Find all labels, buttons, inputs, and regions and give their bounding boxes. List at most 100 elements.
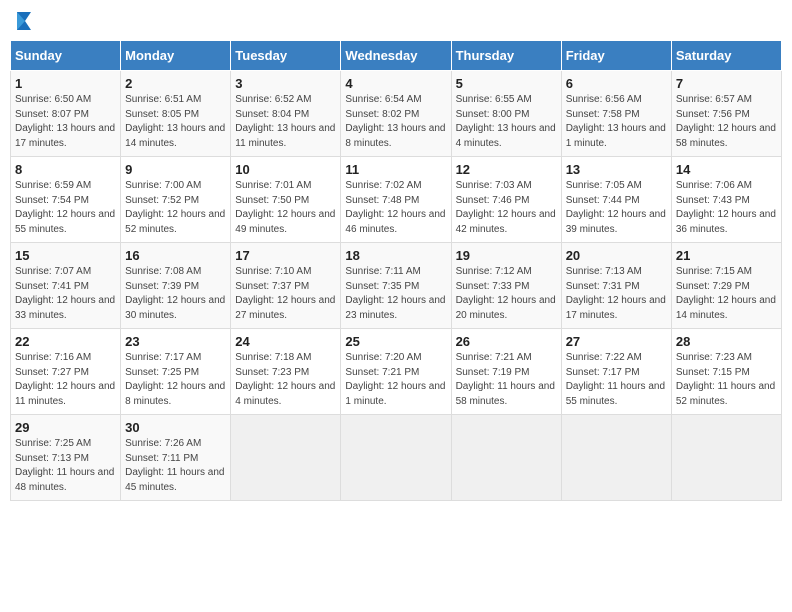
- calendar-cell: 23Sunrise: 7:17 AMSunset: 7:25 PMDayligh…: [121, 329, 231, 415]
- cell-info: Sunrise: 6:54 AMSunset: 8:02 PMDaylight:…: [345, 93, 446, 151]
- calendar-cell: 7 Sunrise: 6:57 AMSunset: 7:56 PMDaylight…: [671, 71, 781, 157]
- cell-info: Sunrise: 7:20 AMSunset: 7:21 PMDaylight:…: [345, 351, 446, 409]
- day-header-saturday: Saturday: [671, 41, 781, 71]
- cell-day-number: 5: [456, 76, 557, 91]
- cell-info: Sunrise: 7:10 AMSunset: 7:37 PMDaylight:…: [235, 265, 336, 323]
- calendar-cell: 30 Sunrise: 7:26 AMSunset: 7:11 PMDayligh…: [121, 415, 231, 501]
- cell-info: Sunrise: 7:07 AMSunset: 7:41 PMDaylight:…: [15, 265, 116, 323]
- calendar-cell: [561, 415, 671, 501]
- calendar-week-row: 29 Sunrise: 7:25 AMSunset: 7:13 PMDayligh…: [11, 415, 782, 501]
- calendar-week-row: 8Sunrise: 6:59 AMSunset: 7:54 PMDaylight…: [11, 157, 782, 243]
- cell-day-number: 3: [235, 76, 336, 91]
- calendar-week-row: 15 Sunrise: 7:07 AMSunset: 7:41 PMDayligh…: [11, 243, 782, 329]
- calendar-cell: 24Sunrise: 7:18 AMSunset: 7:23 PMDayligh…: [231, 329, 341, 415]
- calendar-cell: 17 Sunrise: 7:10 AMSunset: 7:37 PMDayligh…: [231, 243, 341, 329]
- cell-day-number: 20: [566, 248, 667, 263]
- cell-day-number: 7: [676, 76, 777, 91]
- cell-day-number: 30: [125, 420, 226, 435]
- cell-info: Sunrise: 6:51 AMSunset: 8:05 PMDaylight:…: [125, 93, 226, 151]
- calendar-cell: 3 Sunrise: 6:52 AMSunset: 8:04 PMDaylight…: [231, 71, 341, 157]
- cell-day-number: 21: [676, 248, 777, 263]
- cell-info: Sunrise: 6:55 AMSunset: 8:00 PMDaylight:…: [456, 93, 557, 151]
- day-header-monday: Monday: [121, 41, 231, 71]
- calendar-cell: 16 Sunrise: 7:08 AMSunset: 7:39 PMDayligh…: [121, 243, 231, 329]
- day-header-sunday: Sunday: [11, 41, 121, 71]
- cell-day-number: 28: [676, 334, 777, 349]
- logo: [14, 10, 34, 32]
- cell-day-number: 15: [15, 248, 116, 263]
- cell-day-number: 16: [125, 248, 226, 263]
- calendar-cell: 6 Sunrise: 6:56 AMSunset: 7:58 PMDaylight…: [561, 71, 671, 157]
- cell-day-number: 11: [345, 162, 446, 177]
- cell-day-number: 13: [566, 162, 667, 177]
- cell-info: Sunrise: 7:21 AMSunset: 7:19 PMDaylight:…: [456, 351, 557, 409]
- cell-day-number: 17: [235, 248, 336, 263]
- calendar-cell: 19 Sunrise: 7:12 AMSunset: 7:33 PMDayligh…: [451, 243, 561, 329]
- cell-info: Sunrise: 7:17 AMSunset: 7:25 PMDaylight:…: [125, 351, 226, 409]
- cell-day-number: 29: [15, 420, 116, 435]
- calendar-cell: 11 Sunrise: 7:02 AMSunset: 7:48 PMDayligh…: [341, 157, 451, 243]
- calendar-cell: 9Sunrise: 7:00 AMSunset: 7:52 PMDaylight…: [121, 157, 231, 243]
- cell-info: Sunrise: 7:25 AMSunset: 7:13 PMDaylight:…: [15, 437, 116, 495]
- calendar-week-row: 22 Sunrise: 7:16 AMSunset: 7:27 PMDayligh…: [11, 329, 782, 415]
- cell-info: Sunrise: 7:12 AMSunset: 7:33 PMDaylight:…: [456, 265, 557, 323]
- calendar-cell: [671, 415, 781, 501]
- calendar-cell: 12 Sunrise: 7:03 AMSunset: 7:46 PMDayligh…: [451, 157, 561, 243]
- calendar-cell: 14 Sunrise: 7:06 AMSunset: 7:43 PMDayligh…: [671, 157, 781, 243]
- cell-info: Sunrise: 7:00 AMSunset: 7:52 PMDaylight:…: [125, 179, 226, 237]
- cell-info: Sunrise: 7:18 AMSunset: 7:23 PMDaylight:…: [235, 351, 336, 409]
- cell-info: Sunrise: 7:16 AMSunset: 7:27 PMDaylight:…: [15, 351, 116, 409]
- cell-info: Sunrise: 7:23 AMSunset: 7:15 PMDaylight:…: [676, 351, 777, 409]
- cell-day-number: 10: [235, 162, 336, 177]
- calendar-cell: 21 Sunrise: 7:15 AMSunset: 7:29 PMDayligh…: [671, 243, 781, 329]
- cell-info: Sunrise: 7:02 AMSunset: 7:48 PMDaylight:…: [345, 179, 446, 237]
- cell-info: Sunrise: 7:08 AMSunset: 7:39 PMDaylight:…: [125, 265, 226, 323]
- cell-info: Sunrise: 6:59 AMSunset: 7:54 PMDaylight:…: [15, 179, 116, 237]
- cell-info: Sunrise: 6:50 AMSunset: 8:07 PMDaylight:…: [15, 93, 116, 151]
- cell-day-number: 12: [456, 162, 557, 177]
- cell-info: Sunrise: 7:22 AMSunset: 7:17 PMDaylight:…: [566, 351, 667, 409]
- cell-day-number: 4: [345, 76, 446, 91]
- calendar-cell: 1 Sunrise: 6:50 AMSunset: 8:07 PMDaylight…: [11, 71, 121, 157]
- cell-info: Sunrise: 6:52 AMSunset: 8:04 PMDaylight:…: [235, 93, 336, 151]
- calendar-cell: 8Sunrise: 6:59 AMSunset: 7:54 PMDaylight…: [11, 157, 121, 243]
- logo-flag-icon: [15, 10, 33, 32]
- cell-day-number: 6: [566, 76, 667, 91]
- cell-info: Sunrise: 7:26 AMSunset: 7:11 PMDaylight:…: [125, 437, 226, 495]
- cell-day-number: 26: [456, 334, 557, 349]
- cell-info: Sunrise: 7:15 AMSunset: 7:29 PMDaylight:…: [676, 265, 777, 323]
- calendar-cell: 10 Sunrise: 7:01 AMSunset: 7:50 PMDayligh…: [231, 157, 341, 243]
- cell-day-number: 14: [676, 162, 777, 177]
- calendar-cell: 4 Sunrise: 6:54 AMSunset: 8:02 PMDaylight…: [341, 71, 451, 157]
- cell-info: Sunrise: 7:05 AMSunset: 7:44 PMDaylight:…: [566, 179, 667, 237]
- calendar-cell: 29 Sunrise: 7:25 AMSunset: 7:13 PMDayligh…: [11, 415, 121, 501]
- calendar-cell: 2 Sunrise: 6:51 AMSunset: 8:05 PMDaylight…: [121, 71, 231, 157]
- cell-day-number: 27: [566, 334, 667, 349]
- cell-info: Sunrise: 6:57 AMSunset: 7:56 PMDaylight:…: [676, 93, 777, 151]
- calendar-cell: 22 Sunrise: 7:16 AMSunset: 7:27 PMDayligh…: [11, 329, 121, 415]
- cell-day-number: 22: [15, 334, 116, 349]
- calendar-cell: 18Sunrise: 7:11 AMSunset: 7:35 PMDayligh…: [341, 243, 451, 329]
- calendar-cell: 20 Sunrise: 7:13 AMSunset: 7:31 PMDayligh…: [561, 243, 671, 329]
- calendar-cell: 26 Sunrise: 7:21 AMSunset: 7:19 PMDayligh…: [451, 329, 561, 415]
- calendar-header-row: SundayMondayTuesdayWednesdayThursdayFrid…: [11, 41, 782, 71]
- calendar-cell: 15 Sunrise: 7:07 AMSunset: 7:41 PMDayligh…: [11, 243, 121, 329]
- cell-info: Sunrise: 7:13 AMSunset: 7:31 PMDaylight:…: [566, 265, 667, 323]
- day-header-wednesday: Wednesday: [341, 41, 451, 71]
- cell-info: Sunrise: 7:01 AMSunset: 7:50 PMDaylight:…: [235, 179, 336, 237]
- cell-day-number: 1: [15, 76, 116, 91]
- day-header-tuesday: Tuesday: [231, 41, 341, 71]
- cell-day-number: 18: [345, 248, 446, 263]
- day-header-friday: Friday: [561, 41, 671, 71]
- day-header-thursday: Thursday: [451, 41, 561, 71]
- page-header: [10, 10, 782, 32]
- calendar-week-row: 1 Sunrise: 6:50 AMSunset: 8:07 PMDaylight…: [11, 71, 782, 157]
- calendar-cell: 27 Sunrise: 7:22 AMSunset: 7:17 PMDayligh…: [561, 329, 671, 415]
- cell-info: Sunrise: 6:56 AMSunset: 7:58 PMDaylight:…: [566, 93, 667, 151]
- calendar-cell: 13 Sunrise: 7:05 AMSunset: 7:44 PMDayligh…: [561, 157, 671, 243]
- cell-day-number: 2: [125, 76, 226, 91]
- calendar-cell: [231, 415, 341, 501]
- cell-info: Sunrise: 7:06 AMSunset: 7:43 PMDaylight:…: [676, 179, 777, 237]
- cell-info: Sunrise: 7:03 AMSunset: 7:46 PMDaylight:…: [456, 179, 557, 237]
- cell-day-number: 19: [456, 248, 557, 263]
